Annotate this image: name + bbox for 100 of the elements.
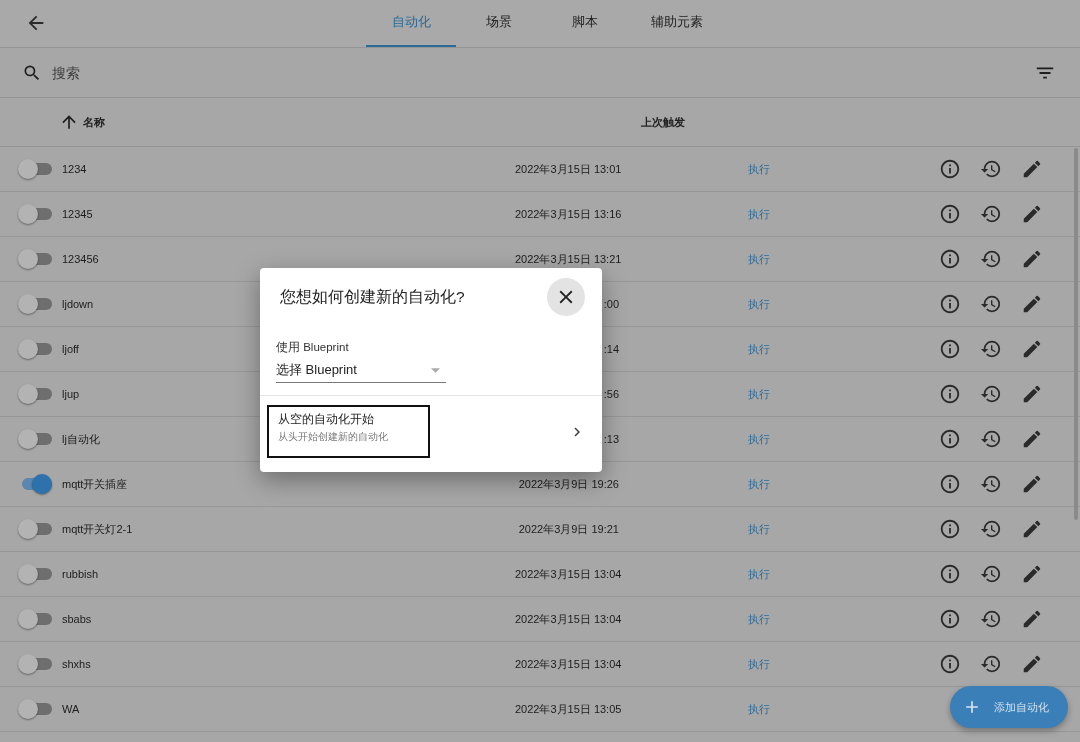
column-header[interactable]: 上次触发 (641, 114, 685, 130)
history-icon[interactable] (980, 608, 1002, 630)
info-icon[interactable] (939, 653, 961, 675)
tab[interactable]: 场景 (456, 0, 542, 47)
info-icon[interactable] (939, 248, 961, 270)
pencil-icon[interactable] (1021, 338, 1043, 360)
field-label: 使用 Blueprint (276, 340, 350, 355)
history-icon[interactable] (980, 383, 1002, 405)
automation-name: ljdown (62, 298, 94, 310)
last-triggered: 2022年3月15日 13:16 (515, 207, 622, 220)
toggle-switch[interactable] (18, 609, 52, 629)
history-icon[interactable] (980, 248, 1002, 270)
pencil-icon[interactable] (1021, 518, 1043, 540)
run-link[interactable]: 执行 (748, 207, 770, 220)
run-link[interactable]: 执行 (748, 612, 770, 625)
pencil-icon[interactable] (1021, 608, 1043, 630)
toggle-switch[interactable] (18, 159, 52, 179)
run-link[interactable]: 执行 (748, 522, 770, 535)
last-triggered: 2022年3月15日 13:21 (515, 252, 622, 265)
info-icon[interactable] (939, 563, 961, 585)
toggle-switch[interactable] (18, 384, 52, 404)
last-triggered: 2022年3月15日 13:04 (515, 567, 622, 580)
info-icon[interactable] (939, 158, 961, 180)
last-triggered: :00 (603, 298, 619, 310)
blueprint-dropdown[interactable]: 选择 Blueprint (276, 361, 446, 383)
last-triggered: 2022年3月15日 13:04 (515, 657, 622, 670)
run-link[interactable]: 执行 (748, 432, 770, 445)
tab[interactable]: 脚本 (542, 0, 628, 47)
info-icon[interactable] (939, 608, 961, 630)
pencil-icon[interactable] (1021, 428, 1043, 450)
pencil-icon[interactable] (1021, 293, 1043, 315)
last-triggered: :14 (603, 343, 619, 355)
close-button[interactable] (547, 278, 585, 316)
automation-name: ljup (62, 388, 80, 400)
pencil-icon[interactable] (1021, 203, 1043, 225)
toggle-switch[interactable] (18, 699, 52, 719)
info-icon[interactable] (939, 293, 961, 315)
pencil-icon[interactable] (1021, 653, 1043, 675)
toggle-switch[interactable] (18, 204, 52, 224)
automation-name: sbabs (62, 613, 92, 625)
toggle-switch[interactable] (18, 429, 52, 449)
info-icon[interactable] (939, 383, 961, 405)
history-icon[interactable] (980, 203, 1002, 225)
pencil-icon[interactable] (1021, 563, 1043, 585)
option-title: 从空的自动化开始 (278, 411, 375, 428)
last-triggered: 2022年3月15日 13:05 (515, 702, 622, 715)
pencil-icon[interactable] (1021, 383, 1043, 405)
history-icon[interactable] (980, 293, 1002, 315)
toggle-switch[interactable] (18, 249, 52, 269)
run-link[interactable]: 执行 (748, 567, 770, 580)
option-subtitle: 从头开始创建新的自动化 (278, 431, 389, 444)
last-triggered: :56 (603, 388, 619, 400)
dropdown-caret-icon (431, 367, 440, 373)
tab[interactable]: 自动化 (366, 0, 456, 47)
run-link[interactable]: 执行 (748, 162, 770, 175)
pencil-icon[interactable] (1021, 248, 1043, 270)
search-field[interactable]: 搜索 (52, 60, 1034, 85)
automation-name: 123456 (62, 253, 99, 265)
history-icon[interactable] (980, 338, 1002, 360)
automation-name: mqtt开关灯2-1 (62, 522, 133, 535)
automation-name: rubbish (62, 568, 99, 580)
toggle-switch[interactable] (18, 519, 52, 539)
toggle-switch[interactable] (18, 294, 52, 314)
history-icon[interactable] (980, 563, 1002, 585)
run-link[interactable]: 执行 (748, 342, 770, 355)
run-link[interactable]: 执行 (748, 477, 770, 490)
history-icon[interactable] (980, 653, 1002, 675)
add-automation-button[interactable]: 添加自动化 (950, 686, 1068, 728)
toggle-switch[interactable] (18, 654, 52, 674)
option-item[interactable]: 从空的自动化开始 从头开始创建新的自动化 (267, 405, 430, 458)
run-link[interactable]: 执行 (748, 702, 770, 715)
last-triggered: 2022年3月9日 19:26 (518, 477, 619, 490)
automation-name: mqtt开关插座 (62, 477, 128, 490)
run-link[interactable]: 执行 (748, 297, 770, 310)
dialog-title: 您想如何创建新的自动化? (280, 286, 465, 307)
last-triggered: 2022年3月9日 19:21 (518, 522, 619, 535)
info-icon[interactable] (939, 338, 961, 360)
tab[interactable]: 辅助元素 (628, 0, 726, 47)
info-icon[interactable] (939, 428, 961, 450)
automation-name: lj自动化 (62, 432, 100, 445)
pencil-icon[interactable] (1021, 473, 1043, 495)
info-icon[interactable] (939, 203, 961, 225)
history-icon[interactable] (980, 158, 1002, 180)
automation-name: WA (62, 703, 80, 715)
history-icon[interactable] (980, 473, 1002, 495)
history-icon[interactable] (980, 518, 1002, 540)
automation-name: shxhs (62, 658, 91, 670)
info-icon[interactable] (939, 518, 961, 540)
column-header[interactable]: 名称 (83, 114, 105, 130)
last-triggered: 2022年3月15日 13:01 (515, 162, 622, 175)
toggle-switch[interactable] (18, 339, 52, 359)
history-icon[interactable] (980, 428, 1002, 450)
info-icon[interactable] (939, 473, 961, 495)
automation-name: 1234 (62, 163, 87, 175)
toggle-switch[interactable] (18, 564, 52, 584)
run-link[interactable]: 执行 (748, 387, 770, 400)
pencil-icon[interactable] (1021, 158, 1043, 180)
run-link[interactable]: 执行 (748, 252, 770, 265)
run-link[interactable]: 执行 (748, 657, 770, 670)
automation-name: 12345 (62, 208, 93, 220)
